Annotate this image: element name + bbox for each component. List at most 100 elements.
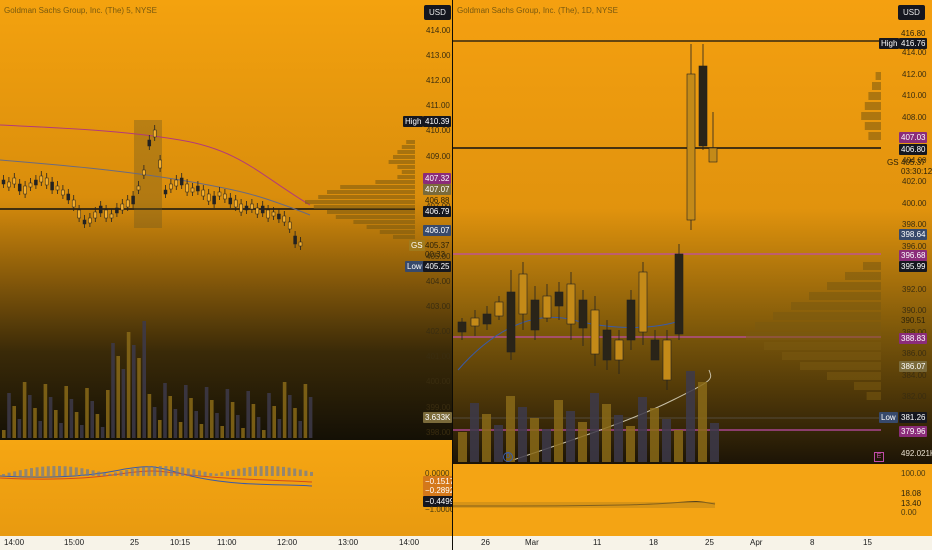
left-osc-hist: [192, 469, 196, 476]
left-volume-bar: [69, 399, 74, 438]
left-time-tick: 25: [130, 538, 139, 547]
right-volume-profile-bar: [791, 302, 881, 310]
left-candle-body: [88, 217, 92, 224]
right-volume-bar: [710, 423, 719, 462]
left-chart-panel[interactable]: Goldman Sachs Group, Inc. (The) 5, NYSE …: [0, 0, 452, 550]
left-osc-hist: [242, 467, 246, 476]
left-volume-profile-bar: [305, 200, 415, 204]
right-candle-body: [650, 339, 660, 361]
right-volume-bar: [542, 429, 551, 462]
left-osc-hist: [91, 470, 95, 476]
right-candle-body: [674, 253, 684, 335]
left-gs-timer: 00:33: [425, 250, 446, 259]
left-time-tick: 12:00: [277, 538, 298, 547]
left-tag-407-07: 407.07: [423, 184, 452, 195]
left-osc-hist: [203, 471, 207, 476]
right-price-tick: 398.00: [902, 220, 927, 229]
left-volume-profile-bar: [313, 205, 415, 209]
right-volume-profile-bar: [800, 362, 881, 370]
right-volume-profile-bar: [809, 292, 881, 300]
left-volume-profile-bar: [366, 225, 415, 229]
left-candle-body: [233, 199, 238, 208]
right-time-tick: 8: [810, 538, 815, 547]
right-volume-bar: [614, 415, 623, 462]
right-chart-panel[interactable]: Goldman Sachs Group, Inc. (The), 1D, NYS…: [453, 0, 932, 550]
left-osc-hist: [58, 466, 61, 476]
left-tag-406-88: 406.88: [425, 196, 450, 205]
right-tag-398-64: 398.64: [899, 229, 928, 240]
right-low-value: 381.26: [899, 412, 928, 423]
left-volume-profile-bar: [401, 170, 415, 174]
left-time-tick: 14:00: [399, 538, 420, 547]
earnings-marker-icon[interactable]: E: [874, 452, 884, 462]
left-candle-body: [239, 203, 243, 213]
left-osc-hist: [209, 473, 213, 476]
left-volume-profile-bar: [397, 150, 415, 154]
left-osc-hist: [287, 467, 291, 476]
right-chart-canvas[interactable]: [453, 0, 932, 550]
left-osc-hist: [186, 468, 190, 476]
left-volume-bar: [225, 389, 230, 438]
right-volume-bar: [482, 414, 491, 462]
right-price-tick: 402.00: [902, 177, 927, 186]
left-osc-hist: [304, 470, 308, 476]
left-osc-hist: [248, 467, 252, 476]
right-price-tick: 382.00: [902, 392, 927, 401]
right-candle-body: [554, 291, 564, 307]
right-candle-body: [578, 299, 588, 329]
left-volume-bar: [246, 391, 250, 438]
right-price-tick: 410.00: [902, 91, 927, 100]
right-candle-body: [590, 309, 600, 355]
left-volume-bar: [230, 402, 235, 438]
left-candle-body: [55, 185, 60, 191]
left-candle-body: [98, 205, 103, 214]
left-volume-bar: [85, 388, 89, 438]
left-volume-bar: [111, 343, 115, 438]
left-volume-bar: [210, 400, 214, 438]
left-candle-body: [66, 193, 71, 201]
right-volume-profile-bar: [764, 342, 881, 350]
left-osc-hist: [164, 466, 168, 476]
left-candle-body: [115, 207, 119, 214]
right-volume-tag: 492.021K: [901, 449, 932, 458]
right-volume-bar: [518, 407, 527, 462]
left-osc-hist: [147, 466, 151, 476]
left-osc-hist: [298, 469, 302, 476]
right-time-tick: 18: [649, 538, 658, 547]
left-volume-bar: [90, 401, 94, 438]
right-time-tick: Mar: [525, 538, 539, 547]
left-osc-hist: [237, 468, 241, 476]
dividend-marker-icon[interactable]: D: [503, 452, 513, 462]
left-candle-body: [206, 193, 211, 202]
left-volume-profile-bar: [397, 175, 415, 179]
left-volume-bar: [184, 385, 188, 438]
right-currency-button[interactable]: USD: [898, 5, 925, 20]
left-candle-body: [125, 199, 130, 208]
right-price-tick: 392.00: [902, 284, 927, 294]
left-currency-button[interactable]: USD: [424, 5, 451, 20]
right-candle-body: [708, 147, 718, 163]
right-time-tick: 11: [593, 538, 602, 547]
left-volume-bar: [137, 358, 141, 438]
left-price-tick: 398.00: [426, 427, 451, 437]
right-candle-body: [686, 73, 696, 221]
left-volume-bar: [308, 397, 313, 438]
right-volume-bar: [494, 425, 503, 462]
left-volume-profile-bar: [393, 235, 415, 239]
right-time-tick: Apr: [750, 538, 763, 547]
right-price-tick: 386.00: [902, 349, 927, 358]
right-tag-388-83: 388.83: [899, 333, 928, 344]
left-osc-hist: [220, 472, 224, 476]
left-candle-body: [169, 183, 173, 190]
left-candle-body: [39, 175, 44, 183]
left-volume-bar: [12, 406, 16, 438]
left-candle-body: [77, 209, 81, 219]
left-candle-body: [23, 185, 27, 195]
left-osc-hist: [198, 470, 201, 476]
left-candle-body: [50, 181, 54, 191]
right-candle-body: [542, 295, 552, 319]
left-volume-tag: 3.633K: [423, 412, 452, 423]
right-tag-390-51: 390.51: [901, 316, 926, 325]
right-tag-406-80: 406.80: [899, 144, 928, 155]
left-chart-canvas[interactable]: [0, 0, 452, 550]
